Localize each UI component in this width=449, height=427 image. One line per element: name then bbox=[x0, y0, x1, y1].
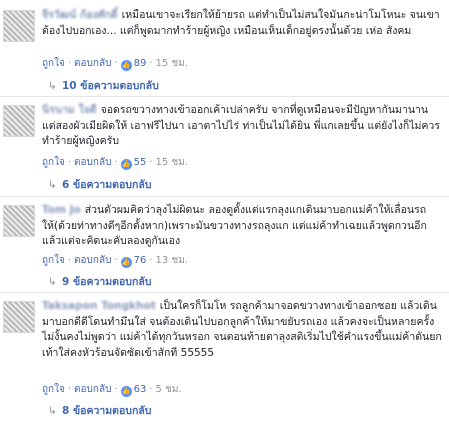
like-count[interactable]: 89 bbox=[134, 58, 147, 69]
reply-link[interactable]: ตอบกลับ bbox=[74, 58, 111, 69]
replies-count: 8 ข้อความตอบกลับ bbox=[62, 405, 152, 417]
thumbs-up-icon: 👍 bbox=[120, 60, 132, 71]
reply-link[interactable]: ตอบกลับ bbox=[74, 157, 111, 168]
reply-arrow-icon: ↳ bbox=[48, 276, 57, 288]
replies-count: 10 ข้อความตอบกลับ bbox=[62, 80, 159, 92]
thumbs-up-icon: 👍 bbox=[120, 386, 132, 397]
like-link[interactable]: ถูกใจ bbox=[42, 255, 65, 266]
comment-body: นิรนาม ใจดี จอดรถขวางทางเข้าออกเค้าเปล่าค… bbox=[42, 103, 444, 150]
comment-body: Tom Jo ส่วนตัวผมคิดว่าลุงไม่ผิดนะ ลองดูตั… bbox=[42, 203, 444, 250]
comment-author[interactable]: นิรนาม ใจดี bbox=[42, 104, 97, 116]
divider bbox=[0, 196, 449, 197]
comment-text: จอดรถขวางทางเข้าออกเค้าเปล่าครับ จากที่ด… bbox=[42, 104, 440, 147]
comment-author[interactable]: Taksapon Tongkhot bbox=[42, 300, 156, 312]
reply-arrow-icon: ↳ bbox=[48, 179, 57, 191]
comment-author[interactable]: จีรวัฒน์ ก้องศักดิ์ bbox=[42, 9, 118, 21]
avatar[interactable] bbox=[3, 105, 35, 137]
replies-count: 6 ข้อความตอบกลับ bbox=[62, 179, 152, 191]
comment-actions: ถูกใจ · ตอบกลับ · 👍 89 · 15 ชม. bbox=[42, 58, 189, 71]
avatar[interactable] bbox=[3, 10, 35, 42]
replies-count: 9 ข้อความตอบกลับ bbox=[62, 276, 152, 288]
comment-author[interactable]: Tom Jo bbox=[42, 204, 81, 216]
thumbs-up-icon: 👍 bbox=[120, 159, 132, 170]
like-link[interactable]: ถูกใจ bbox=[42, 384, 65, 395]
view-replies-link[interactable]: ↳ 8 ข้อความตอบกลับ bbox=[48, 404, 151, 419]
comment-text: ส่วนตัวผมคิดว่าลุงไม่ผิดนะ ลองดูตั้งแต่แ… bbox=[42, 204, 427, 247]
view-replies-link[interactable]: ↳ 10 ข้อความตอบกลับ bbox=[48, 79, 159, 94]
comment-feed: จีรวัฒน์ ก้องศักดิ์ เหมือนเขาจะเรียกให้ย้… bbox=[0, 0, 449, 427]
divider bbox=[0, 96, 449, 97]
reply-arrow-icon: ↳ bbox=[48, 405, 57, 417]
like-count[interactable]: 55 bbox=[134, 157, 147, 168]
timestamp[interactable]: 15 ชม. bbox=[156, 157, 188, 168]
comment-actions: ถูกใจ · ตอบกลับ · 👍 63 · 5 ชม. bbox=[42, 384, 182, 397]
reply-link[interactable]: ตอบกลับ bbox=[74, 255, 111, 266]
comment-body: จีรวัฒน์ ก้องศักดิ์ เหมือนเขาจะเรียกให้ย้… bbox=[42, 8, 444, 39]
like-count[interactable]: 76 bbox=[134, 255, 147, 266]
comment-actions: ถูกใจ · ตอบกลับ · 👍 76 · 13 ชม. bbox=[42, 255, 189, 268]
like-link[interactable]: ถูกใจ bbox=[42, 58, 65, 69]
like-link[interactable]: ถูกใจ bbox=[42, 157, 65, 168]
thumbs-up-icon: 👍 bbox=[120, 257, 132, 268]
comment-body: Taksapon Tongkhot เป็นใครก็โมโห รถลูกค้าม… bbox=[42, 299, 444, 361]
like-count[interactable]: 63 bbox=[134, 384, 147, 395]
avatar[interactable] bbox=[3, 205, 35, 237]
avatar[interactable] bbox=[3, 301, 35, 333]
timestamp[interactable]: 15 ชม. bbox=[156, 58, 188, 69]
view-replies-link[interactable]: ↳ 9 ข้อความตอบกลับ bbox=[48, 275, 151, 290]
timestamp[interactable]: 5 ชม. bbox=[156, 384, 182, 395]
divider bbox=[0, 292, 449, 293]
reply-link[interactable]: ตอบกลับ bbox=[74, 384, 111, 395]
reply-arrow-icon: ↳ bbox=[48, 80, 57, 92]
comment-actions: ถูกใจ · ตอบกลับ · 👍 55 · 15 ชม. bbox=[42, 157, 189, 170]
view-replies-link[interactable]: ↳ 6 ข้อความตอบกลับ bbox=[48, 178, 151, 193]
timestamp[interactable]: 13 ชม. bbox=[156, 255, 188, 266]
